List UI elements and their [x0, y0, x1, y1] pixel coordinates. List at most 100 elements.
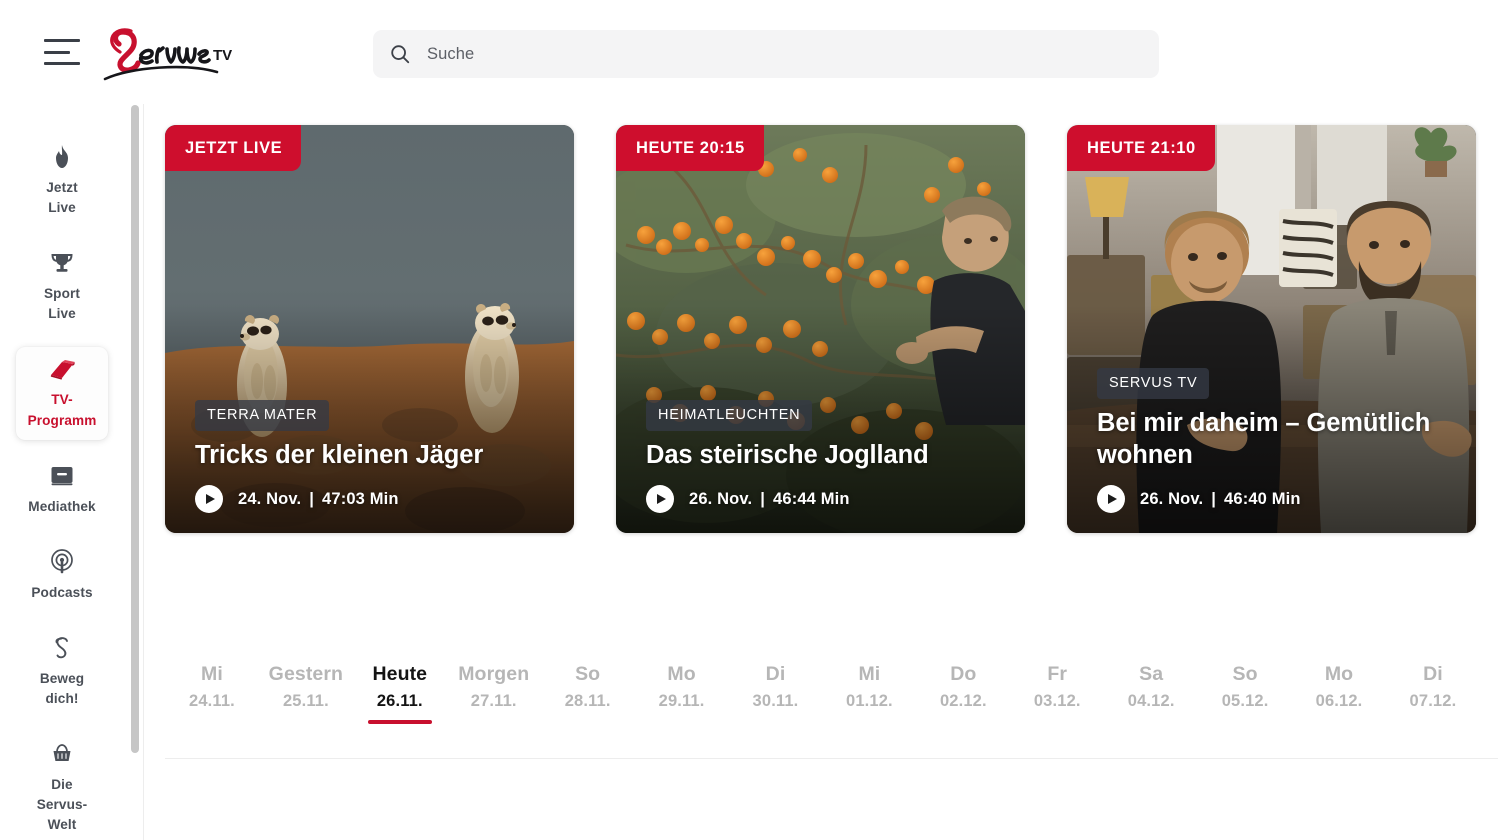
- sidebar-item-jetzt-live[interactable]: Jetzt Live: [16, 135, 108, 227]
- sidebar-item-mediathek[interactable]: Mediathek: [16, 454, 108, 526]
- date-day-label: Mi: [201, 663, 223, 685]
- main-content: JETZT LIVE TERRA MATER Tricks der kleine…: [144, 104, 1500, 840]
- date-number-label: 06.12.: [1315, 692, 1363, 711]
- search-icon: [391, 45, 410, 64]
- date-item-11[interactable]: So 05.12.: [1198, 655, 1292, 711]
- date-item-6[interactable]: Di 30.11.: [729, 655, 823, 711]
- card-duration: 46:40 Min: [1224, 489, 1301, 508]
- logo-artwork: TV: [103, 28, 232, 81]
- program-card[interactable]: HEUTE 20:15 HEIMATLEUCHTEN Das steirisch…: [616, 125, 1025, 533]
- sidebar-item-sport-live[interactable]: Sport Live: [16, 241, 108, 333]
- date-number-label: 07.12.: [1409, 692, 1457, 711]
- date-number-label: 02.12.: [939, 692, 987, 711]
- date-number-label: 01.12.: [846, 692, 893, 711]
- date-item-5[interactable]: Mo 29.11.: [635, 655, 729, 711]
- card-meta-separator: |: [760, 489, 766, 508]
- sidebar-item-die-servus-welt[interactable]: Die Servus- Welt: [16, 732, 108, 840]
- card-time-badge: HEUTE 21:10: [1067, 125, 1215, 171]
- card-duration: 46:44 Min: [773, 489, 850, 508]
- date-number-label: 25.11.: [282, 692, 329, 711]
- card-duration: 47:03 Min: [322, 489, 399, 508]
- swirl-s-icon: [50, 634, 74, 662]
- book-icon: [48, 355, 76, 383]
- date-item-4[interactable]: So 28.11.: [541, 655, 635, 711]
- date-item-7[interactable]: Mi 01.12.: [822, 655, 916, 711]
- date-day-label: Gestern: [268, 663, 344, 685]
- hamburger-line-top: [44, 39, 80, 42]
- date-number-label: 24.11.: [189, 692, 235, 711]
- card-date: 26. Nov.: [689, 489, 753, 508]
- card-time-badge: JETZT LIVE: [165, 125, 302, 171]
- date-item-2[interactable]: Heute 26.11.: [353, 655, 447, 725]
- date-item-1[interactable]: Gestern 25.11.: [259, 655, 353, 711]
- program-card[interactable]: HEUTE 21:10 SERVUS TV Bei mir daheim – G…: [1067, 125, 1476, 533]
- date-day-label: So: [1232, 663, 1258, 685]
- program-card[interactable]: JETZT LIVE TERRA MATER Tricks der kleine…: [165, 125, 574, 533]
- trophy-icon: [49, 249, 75, 277]
- sidebar-label-jetzt-live: Jetzt Live: [46, 180, 78, 216]
- date-item-8[interactable]: Do 02.12.: [916, 655, 1010, 711]
- date-day-label: Di: [1423, 663, 1443, 685]
- play-icon[interactable]: [1097, 485, 1125, 513]
- date-number-label: 27.11.: [470, 692, 517, 711]
- date-item-0[interactable]: Mi 24.11.: [165, 655, 259, 711]
- sidebar-label-beweg-dich: Beweg dich!: [39, 670, 85, 706]
- card-time-badge: HEUTE 20:15: [616, 125, 764, 171]
- search-placeholder: Suche: [427, 44, 475, 63]
- date-number-label: 29.11.: [658, 692, 705, 711]
- monitor-icon: [49, 462, 75, 490]
- card-meta: 26. Nov. | 46:44 Min: [646, 485, 995, 513]
- hamburger-menu-icon[interactable]: [44, 39, 80, 65]
- basket-icon: [50, 740, 74, 768]
- date-number-label: 03.12.: [1033, 692, 1081, 711]
- card-body: HEIMATLEUCHTEN Das steirische Joglland 2…: [616, 399, 1025, 513]
- date-day-label: Morgen: [458, 663, 530, 685]
- vertical-scrollbar[interactable]: [131, 105, 141, 753]
- card-genre-tag: SERVUS TV: [1097, 367, 1210, 399]
- date-day-label: Mo: [667, 663, 696, 685]
- card-genre-tag: HEIMATLEUCHTEN: [646, 399, 813, 431]
- card-body: TERRA MATER Tricks der kleinen Jäger 24.…: [165, 399, 574, 513]
- sidebar-item-tv-programm[interactable]: TV- Programm: [16, 347, 108, 440]
- date-day-label: Mo: [1324, 663, 1354, 685]
- card-meta-separator: |: [309, 489, 315, 508]
- date-day-label: Sa: [1139, 663, 1164, 685]
- sidebar-label-podcasts: Podcasts: [31, 584, 93, 600]
- content-divider: [165, 758, 1498, 759]
- date-item-12[interactable]: Mo 06.12.: [1292, 655, 1386, 711]
- date-number-label: 30.11.: [752, 692, 799, 711]
- date-item-13[interactable]: Di 07.12.: [1386, 655, 1480, 711]
- sidebar-divider: [143, 104, 144, 840]
- active-date-underline: [367, 720, 432, 725]
- highlight-card-row: JETZT LIVE TERRA MATER Tricks der kleine…: [165, 125, 1476, 533]
- date-item-10[interactable]: Sa 04.12.: [1104, 655, 1198, 711]
- play-icon[interactable]: [646, 485, 674, 513]
- hamburger-line-bottom: [44, 62, 80, 65]
- date-number-label: 05.12.: [1221, 692, 1269, 711]
- date-day-label: Mi: [858, 663, 881, 685]
- sidebar-label-sport-live: Sport Live: [44, 286, 80, 322]
- date-day-label: Fr: [1047, 663, 1068, 685]
- sidebar-item-podcasts[interactable]: Podcasts: [16, 540, 108, 612]
- servustv-logo[interactable]: TV: [101, 22, 243, 82]
- play-icon[interactable]: [195, 485, 223, 513]
- card-date: 24. Nov.: [238, 489, 302, 508]
- card-genre-tag: TERRA MATER: [195, 399, 330, 431]
- card-meta-separator: |: [1211, 489, 1217, 508]
- date-day-label: So: [575, 663, 601, 685]
- card-title: Tricks der kleinen Jäger: [195, 440, 484, 469]
- card-title: Bei mir daheim – Gemütlich wohnen: [1097, 408, 1431, 469]
- date-number-label: 28.11.: [564, 692, 611, 711]
- sidebar-item-beweg-dich[interactable]: Beweg dich!: [16, 626, 108, 718]
- podcast-icon: [49, 548, 75, 576]
- sidebar-label-mediathek: Mediathek: [28, 498, 96, 514]
- hamburger-line-middle: [44, 50, 70, 54]
- search-input[interactable]: Suche: [373, 30, 1159, 78]
- card-title: Das steirische Joglland: [646, 440, 929, 469]
- sidebar-label-die-servus-welt: Die Servus- Welt: [36, 777, 88, 833]
- date-item-9[interactable]: Fr 03.12.: [1010, 655, 1104, 711]
- card-body: SERVUS TV Bei mir daheim – Gemütlich woh…: [1067, 367, 1476, 513]
- scrollbar-thumb[interactable]: [131, 105, 139, 753]
- sidebar-label-tv-programm: TV- Programm: [27, 392, 97, 428]
- date-item-3[interactable]: Morgen 27.11.: [447, 655, 541, 711]
